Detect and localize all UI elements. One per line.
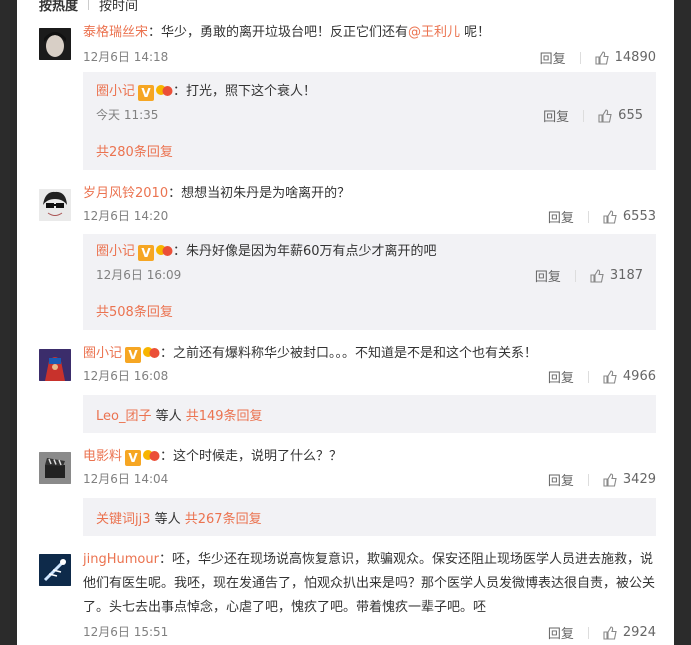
sub-comment-text: 圈小记 V ：打光，照下这个衰人！ [96,82,317,101]
more-replies-summary: Leo_团子 等人 共149条回复 [96,409,263,424]
thumbs-up-icon[interactable] [595,50,609,65]
sub-comment-text: 圈小记 V ：朱丹好像是因为年薪60万有点少才离开的吧 [96,242,437,261]
reply-button[interactable]: 回复 [548,367,574,386]
comment-username[interactable]: 电影料 [83,449,122,464]
fan-badge-icon [142,447,160,463]
comment-time: 12月6日 14:04 [83,472,169,486]
thumbs-up-icon[interactable] [603,625,617,640]
thumbs-up-icon[interactable] [603,369,617,384]
sort-tabs: 按热度 按时间 [39,0,138,14]
like-count: 3187 [609,268,643,283]
comment-username[interactable]: jingHumour [83,552,159,567]
like-count: 3429 [622,472,656,487]
avatar[interactable] [39,452,71,484]
fan-badge-icon [155,242,173,258]
verified-badge-icon: V [125,450,142,466]
sub-comment-box: 关键词jj3 等人 共267条回复 [83,498,656,536]
thumbs-up-icon[interactable] [603,472,617,487]
tab-sort-time[interactable]: 按时间 [99,0,138,14]
reply-button[interactable]: 回复 [548,207,574,226]
comment-text: 岁月风铃2010：想想当初朱丹是为啥离开的？ [83,186,351,201]
comment-time: 12月6日 14:18 [83,50,169,64]
like-count: 655 [618,108,643,123]
more-replies-link[interactable]: 共149条回复 [186,409,263,424]
comment-item: 岁月风铃2010：想想当初朱丹是为啥离开的？ 12月6日 14:20 回复 65… [17,183,674,333]
verified-badge-icon: V [138,245,155,261]
comment-item: 圈小记 V ：之前还有爆料称华少被封口。。。不知道是不是和这个也有关系！ 12月6日… [17,343,674,438]
like-count: 6553 [622,209,656,224]
more-replies-link[interactable]: 共508条回复 [96,301,173,320]
reply-button[interactable]: 回复 [535,266,561,285]
comment-text: 圈小记 V ：之前还有爆料称华少被封口。。。不知道是不是和这个也有关系！ [83,344,538,363]
thumbs-up-icon[interactable] [603,209,617,224]
verified-badge-icon: V [138,85,155,101]
sub-comment-meta: 12月6日 16:09 回复 3187 [96,266,643,286]
mention-link[interactable]: @王利儿 [408,25,460,40]
avatar[interactable] [39,554,71,586]
sub-comment-box: Leo_团子 等人 共149条回复 [83,395,656,433]
more-replies-link[interactable]: 共267条回复 [185,512,262,527]
comment-text: jingHumour：呸，华少还在现场说高恢复意识，欺骗观众。保安还阻止现场医学… [83,552,656,615]
thumbs-up-icon[interactable] [590,268,604,283]
comment-text: 电影料 V ：这个时候走，说明了什么？？ [83,447,343,466]
sub-comment-time: 12月6日 16:09 [96,268,182,282]
reply-button[interactable]: 回复 [540,48,566,67]
sub-comment-username[interactable]: 圈小记 [96,244,135,259]
more-replies-summary: 关键词jj3 等人 共267条回复 [96,512,262,527]
reply-username[interactable]: 关键词jj3 [96,512,151,527]
reply-button[interactable]: 回复 [548,470,574,489]
fan-badge-icon [142,344,160,360]
comment-meta: 12月6日 16:08 回复 4966 [83,367,656,387]
thumbs-up-icon[interactable] [598,108,612,123]
comment-item: 泰格瑞丝宋：华少，勇敢的离开垃圾台吧！反正它们还有@王利儿 呢！ 12月6日 1… [17,22,674,172]
sub-comment-username[interactable]: 圈小记 [96,84,135,99]
comment-meta: 12月6日 15:51 回复 2924 [83,623,656,643]
sub-comment-meta: 今天 11:35 回复 655 [96,106,643,126]
comment-meta: 12月6日 14:20 回复 6553 [83,207,656,227]
comment-meta: 12月6日 14:04 回复 3429 [83,470,656,490]
comment-username[interactable]: 泰格瑞丝宋 [83,25,148,40]
comment-meta: 12月6日 14:18 回复 14890 [83,48,656,68]
comment-item: 电影料 V ：这个时候走，说明了什么？？ 12月6日 14:04 回复 3429 关… [17,446,674,541]
comment-time: 12月6日 16:08 [83,369,169,383]
comment-panel: 按热度 按时间 泰格瑞丝宋：华少，勇敢的离开垃圾台吧！反正它们还有@王利儿 呢！… [17,0,674,645]
fan-badge-icon [155,82,173,98]
like-count: 2924 [622,625,656,640]
comment-text: 泰格瑞丝宋：华少，勇敢的离开垃圾台吧！反正它们还有@王利儿 呢！ [83,25,491,40]
tab-divider [88,0,90,10]
sub-comment-box: 圈小记 V ：朱丹好像是因为年薪60万有点少才离开的吧 12月6日 16:09 回复… [83,234,656,330]
sub-comment-box: 圈小记 V ：打光，照下这个衰人！ 今天 11:35 回复 655 共280条回复 [83,72,656,170]
comment-username[interactable]: 岁月风铃2010 [83,186,168,201]
tab-sort-hot[interactable]: 按热度 [39,0,78,14]
like-count: 14890 [614,50,656,65]
reply-button[interactable]: 回复 [543,106,569,125]
more-replies-link[interactable]: 共280条回复 [96,141,173,160]
comment-time: 12月6日 14:20 [83,209,169,223]
sub-comment-time: 今天 11:35 [96,108,159,122]
reply-username[interactable]: Leo_团子 [96,409,151,424]
like-count: 4966 [622,369,656,384]
verified-badge-icon: V [125,347,142,363]
avatar[interactable] [39,349,71,381]
avatar[interactable] [39,189,71,221]
avatar[interactable] [39,28,71,60]
comment-item: jingHumour：呸，华少还在现场说高恢复意识，欺骗观众。保安还阻止现场医学… [17,548,674,645]
comment-time: 12月6日 15:51 [83,625,169,639]
comment-username[interactable]: 圈小记 [83,346,122,361]
reply-button[interactable]: 回复 [548,623,574,642]
